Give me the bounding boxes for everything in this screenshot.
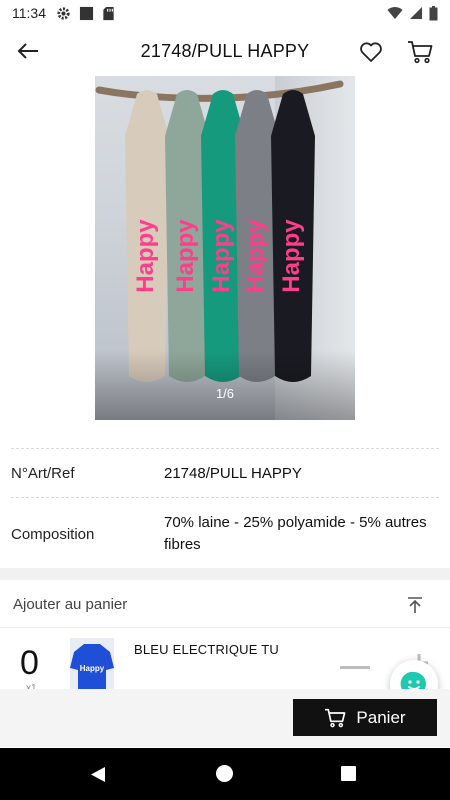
square-icon	[79, 6, 94, 20]
product-gallery[interactable]: Happy Happy Happy Happy Happy 1/6	[0, 76, 450, 420]
status-right-icons	[387, 5, 438, 21]
quantity-value: 0	[20, 644, 39, 682]
ref-value: 21748/PULL HAPPY	[164, 465, 302, 482]
product-photo: Happy Happy Happy Happy Happy	[95, 76, 355, 420]
variant-thumbnail-print: Happy	[80, 664, 105, 673]
system-nav-bar	[0, 748, 450, 800]
status-left-icons	[56, 6, 115, 21]
variant-thumbnail-image: Happy	[70, 638, 114, 689]
decrease-button[interactable]	[340, 666, 370, 669]
variant-name: BLEU ELECTRIQUE TU	[134, 642, 279, 657]
nav-back-icon[interactable]	[90, 766, 106, 783]
photo-shade	[95, 350, 355, 420]
wifi-icon	[387, 7, 403, 20]
sweater-5: Happy	[271, 90, 315, 382]
ref-label: N°Art/Ref	[11, 465, 75, 482]
gear-icon	[57, 6, 70, 20]
cart-icon	[408, 41, 433, 64]
status-bar: 11:34	[0, 0, 450, 26]
divider	[11, 497, 439, 498]
cart-checkout-label: Panier	[356, 707, 406, 727]
cart-checkout-button[interactable]: Panier	[293, 699, 437, 736]
section-separator	[0, 568, 450, 580]
gallery-page-indicator: 1/6	[215, 386, 235, 401]
heart-icon	[360, 42, 382, 62]
nav-recents-icon[interactable]	[341, 766, 356, 781]
sweater-print-text: Happy	[208, 219, 235, 293]
arrow-up-to-top-icon	[408, 597, 422, 613]
sweater-print-text: Happy	[278, 219, 305, 293]
variant-row: 0 x1 Happy BLEU ELECTRIQUE TU	[0, 627, 450, 689]
add-to-cart-header: Ajouter au panier	[0, 580, 450, 626]
sweater-print-text: Happy	[242, 219, 269, 293]
signal-icon	[410, 7, 422, 19]
collapse-button[interactable]	[404, 594, 426, 616]
variant-thumbnail: Happy	[70, 638, 114, 689]
sweater-1: Happy	[125, 90, 169, 382]
sweater-print-text: Happy	[172, 219, 199, 293]
divider	[11, 448, 439, 449]
battery-icon	[429, 5, 438, 20]
add-to-cart-label: Ajouter au panier	[13, 596, 128, 613]
cart-icon	[325, 708, 346, 727]
nav-home-icon[interactable]	[216, 765, 233, 782]
cart-button[interactable]	[405, 38, 435, 66]
composition-value: 70% laine - 25% polyamide - 5% autres fi…	[164, 514, 427, 553]
favorite-button[interactable]	[357, 38, 385, 66]
sweater-print-text: Happy	[132, 219, 159, 293]
bottom-action-bar: Panier	[0, 689, 450, 747]
sd-card-icon	[103, 6, 114, 20]
status-time: 11:34	[12, 5, 46, 21]
composition-label: Composition	[11, 526, 95, 543]
app-header: 21748/PULL HAPPY	[0, 26, 450, 76]
